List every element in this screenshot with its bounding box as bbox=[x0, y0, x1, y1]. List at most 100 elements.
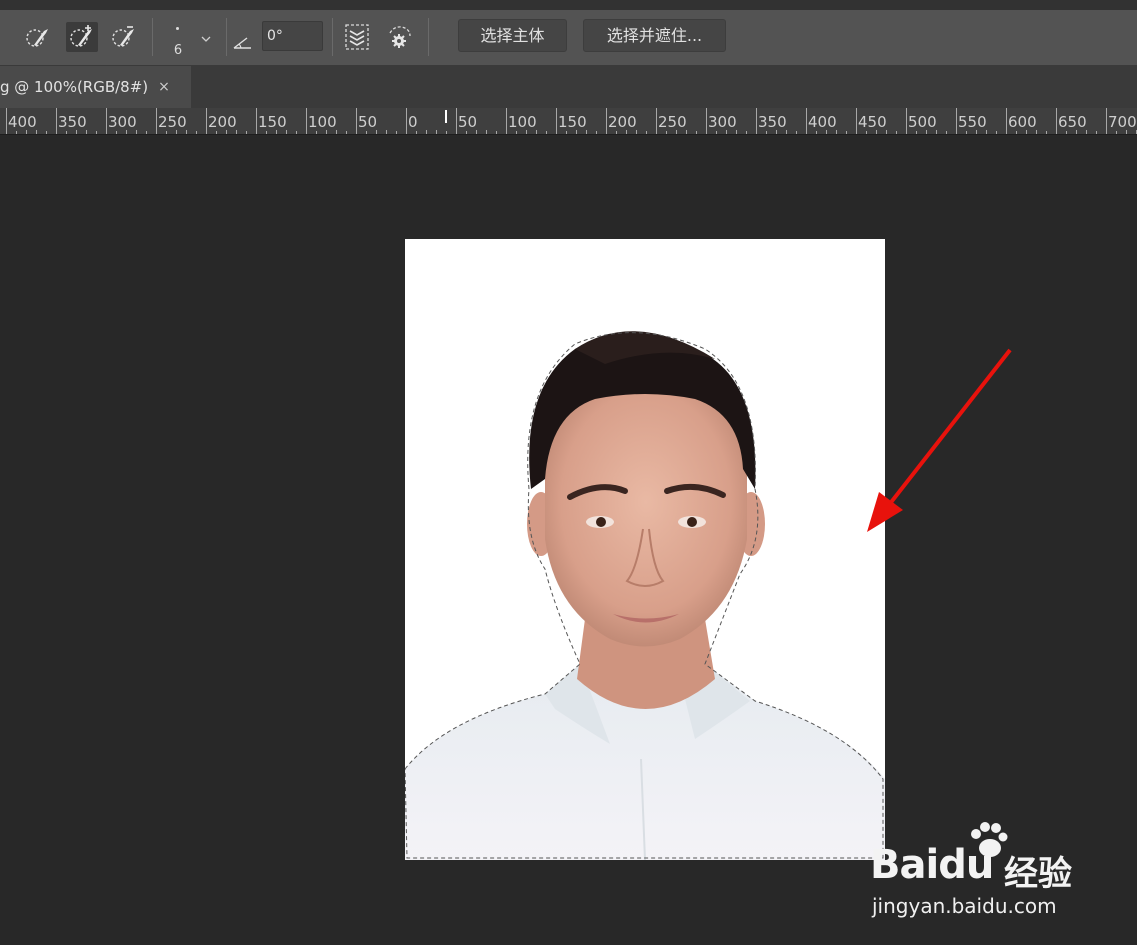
ruler-label: 100 bbox=[508, 113, 537, 131]
ruler-minor-tick bbox=[1016, 131, 1017, 134]
sample-all-layers-icon[interactable] bbox=[341, 22, 373, 52]
ruler-minor-tick bbox=[846, 131, 847, 134]
ruler-minor-tick bbox=[216, 131, 217, 134]
ruler-minor-tick bbox=[66, 131, 67, 134]
ruler-minor-tick bbox=[436, 130, 437, 134]
close-tab-icon[interactable]: × bbox=[158, 79, 170, 95]
annotation-arrow bbox=[855, 340, 1025, 544]
baidu-jingyan-label: 经验 bbox=[1004, 854, 1072, 894]
ruler-label: 600 bbox=[1008, 113, 1037, 131]
ruler-minor-tick bbox=[426, 130, 427, 134]
ruler-major-tick bbox=[556, 108, 557, 134]
baidu-logo-du: du bbox=[938, 842, 994, 888]
add-to-selection-brush-icon[interactable] bbox=[66, 22, 98, 52]
ruler-major-tick bbox=[656, 108, 657, 134]
auto-enhance-settings-icon[interactable] bbox=[384, 22, 416, 52]
ruler-minor-tick bbox=[196, 131, 197, 134]
ruler-major-tick bbox=[456, 108, 457, 134]
ruler-minor-tick bbox=[246, 131, 247, 134]
ruler-minor-tick bbox=[116, 131, 117, 134]
ruler-minor-tick bbox=[716, 131, 717, 134]
document-tab-bar: g @ 100%(RGB/8#) × bbox=[0, 66, 1137, 108]
ruler-major-tick bbox=[806, 108, 807, 134]
ruler-minor-tick bbox=[666, 131, 667, 134]
ruler-major-tick bbox=[106, 108, 107, 134]
new-selection-brush-icon[interactable] bbox=[22, 22, 54, 52]
ruler-major-tick bbox=[706, 108, 707, 134]
ruler-minor-tick bbox=[896, 131, 897, 134]
ruler-minor-tick bbox=[1046, 131, 1047, 134]
document-tab[interactable]: g @ 100%(RGB/8#) × bbox=[0, 66, 191, 108]
ruler-minor-tick bbox=[566, 131, 567, 134]
ruler-minor-tick bbox=[416, 131, 417, 134]
ruler-major-tick bbox=[356, 108, 357, 134]
ruler-minor-tick bbox=[1116, 131, 1117, 134]
ruler-label: 300 bbox=[108, 113, 137, 131]
ruler-major-tick bbox=[756, 108, 757, 134]
ruler-major-tick bbox=[906, 108, 907, 134]
ruler-minor-tick bbox=[446, 131, 447, 134]
select-subject-button[interactable]: 选择主体 bbox=[458, 19, 567, 52]
ruler-major-tick bbox=[1106, 108, 1107, 134]
brush-picker-chevron-icon[interactable] bbox=[201, 32, 211, 46]
ruler-cursor-marker bbox=[445, 110, 447, 123]
ruler-minor-tick bbox=[166, 131, 167, 134]
ruler-minor-tick bbox=[946, 131, 947, 134]
ruler-label: 350 bbox=[58, 113, 87, 131]
ruler-minor-tick bbox=[916, 131, 917, 134]
ruler-minor-tick bbox=[516, 131, 517, 134]
ruler-major-tick bbox=[56, 108, 57, 134]
ruler-minor-tick bbox=[366, 131, 367, 134]
subtract-from-selection-brush-icon[interactable] bbox=[108, 22, 140, 52]
ruler-label: 150 bbox=[258, 113, 287, 131]
ruler-major-tick bbox=[6, 108, 7, 134]
ruler-minor-tick bbox=[746, 131, 747, 134]
ruler-major-tick bbox=[256, 108, 257, 134]
ruler-minor-tick bbox=[386, 130, 387, 134]
ruler-label: 700 bbox=[1108, 113, 1137, 131]
horizontal-ruler[interactable]: 400 350 300 250 200 150 100 50 0 50 100 150 200 250 30… bbox=[0, 108, 1137, 135]
ruler-minor-tick bbox=[696, 131, 697, 134]
ruler-minor-tick bbox=[296, 131, 297, 134]
ruler-minor-tick bbox=[596, 131, 597, 134]
ruler-minor-tick bbox=[866, 131, 867, 134]
brush-size-value[interactable]: 6 bbox=[170, 43, 186, 58]
watermark-url: jingyan.baidu.com bbox=[872, 894, 1057, 918]
ruler-minor-tick bbox=[146, 131, 147, 134]
ruler-label: 300 bbox=[708, 113, 737, 131]
ruler-major-tick bbox=[506, 108, 507, 134]
ruler-minor-tick bbox=[496, 131, 497, 134]
ruler-major-tick bbox=[956, 108, 957, 134]
ruler-minor-tick bbox=[966, 131, 967, 134]
ruler-minor-tick bbox=[316, 131, 317, 134]
separator bbox=[152, 18, 153, 56]
select-and-mask-button[interactable]: 选择并遮住... bbox=[583, 19, 726, 52]
document-canvas-photo[interactable] bbox=[405, 239, 885, 860]
ruler-minor-tick bbox=[796, 131, 797, 134]
separator bbox=[332, 18, 333, 56]
document-tab-title[interactable]: g @ 100%(RGB/8#) bbox=[0, 78, 148, 96]
ruler-label: 400 bbox=[808, 113, 837, 131]
ruler-label: 250 bbox=[158, 113, 187, 131]
ruler-major-tick bbox=[1056, 108, 1057, 134]
ruler-label: 100 bbox=[308, 113, 337, 131]
ruler-label: 150 bbox=[558, 113, 587, 131]
angle-input[interactable] bbox=[262, 21, 323, 51]
ruler-label: 250 bbox=[658, 113, 687, 131]
ruler-major-tick bbox=[156, 108, 157, 134]
ruler-label: 450 bbox=[858, 113, 887, 131]
ruler-minor-tick bbox=[1096, 131, 1097, 134]
brush-preview-dot[interactable] bbox=[176, 27, 179, 30]
ruler-label: 550 bbox=[958, 113, 987, 131]
ruler-minor-tick bbox=[616, 131, 617, 134]
ruler-minor-tick bbox=[646, 131, 647, 134]
options-bar: 6 选择主体 选择并遮住... bbox=[0, 10, 1137, 66]
ruler-minor-tick bbox=[1066, 131, 1067, 134]
ruler-label: 350 bbox=[758, 113, 787, 131]
ruler-minor-tick bbox=[766, 131, 767, 134]
ruler-label: 0 bbox=[408, 113, 418, 131]
ruler-minor-tick bbox=[466, 131, 467, 134]
ruler-minor-tick bbox=[96, 131, 97, 134]
ruler-minor-tick bbox=[46, 131, 47, 134]
ruler-minor-tick bbox=[396, 131, 397, 134]
